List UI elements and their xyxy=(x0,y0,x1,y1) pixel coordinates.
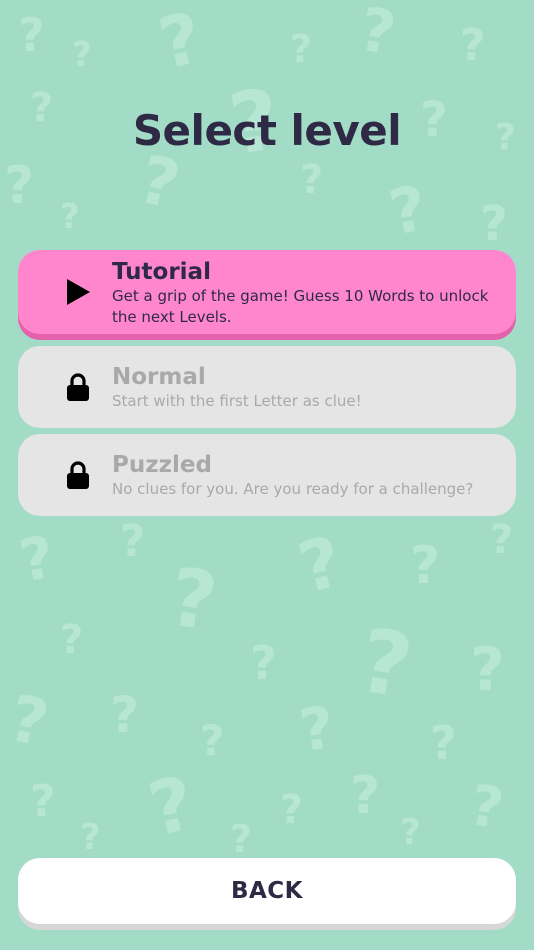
back-button[interactable]: BACK xyxy=(18,858,516,924)
question-mark-icon: ? xyxy=(110,686,140,744)
level-name: Normal xyxy=(112,364,206,390)
question-mark-icon: ? xyxy=(120,516,146,567)
question-mark-icon: ? xyxy=(464,772,508,843)
question-mark-icon: ? xyxy=(470,635,505,705)
question-mark-icon: ? xyxy=(18,8,45,62)
question-mark-icon: ? xyxy=(490,517,514,563)
question-mark-icon: ? xyxy=(460,20,486,71)
level-description: No clues for you. Are you ready for a ch… xyxy=(112,480,474,498)
question-mark-icon: ? xyxy=(290,27,313,71)
question-mark-icon: ? xyxy=(80,817,101,858)
question-mark-icon: ? xyxy=(280,787,304,833)
question-mark-icon: ? xyxy=(480,196,508,252)
question-mark-icon: ? xyxy=(290,520,350,610)
question-mark-icon: ? xyxy=(383,171,432,250)
lock-icon xyxy=(67,373,89,401)
question-mark-icon: ? xyxy=(295,692,339,766)
lock-icon xyxy=(67,461,89,489)
question-mark-icon: ? xyxy=(351,608,420,719)
level-card-tutorial[interactable]: Tutorial Get a grip of the game! Guess 1… xyxy=(18,250,516,334)
play-icon xyxy=(67,279,90,305)
question-mark-icon: ? xyxy=(200,716,225,765)
level-card-normal[interactable]: Normal Start with the first Letter as cl… xyxy=(18,346,516,428)
page-title: Select level xyxy=(132,106,402,155)
level-card-puzzled[interactable]: Puzzled No clues for you. Are you ready … xyxy=(18,434,516,516)
question-mark-icon: ? xyxy=(2,681,55,763)
question-mark-icon: ? xyxy=(131,140,188,225)
level-name: Puzzled xyxy=(112,452,212,478)
question-mark-icon: ? xyxy=(350,766,381,826)
question-mark-icon: ? xyxy=(163,550,223,649)
question-mark-icon: ? xyxy=(410,536,441,596)
question-mark-icon: ? xyxy=(30,776,56,827)
question-mark-icon: ? xyxy=(430,716,457,770)
question-mark-icon: ? xyxy=(151,0,209,86)
question-mark-icon: ? xyxy=(72,35,92,75)
level-description: Get a grip of the game! Guess 10 Words t… xyxy=(112,287,489,326)
question-mark-icon: ? xyxy=(60,617,84,663)
level-list: Tutorial Get a grip of the game! Guess 1… xyxy=(18,250,516,522)
question-mark-icon: ? xyxy=(60,197,80,237)
question-mark-icon: ? xyxy=(250,636,277,690)
question-mark-icon: ? xyxy=(14,522,60,596)
question-mark-icon: ? xyxy=(400,812,421,853)
level-description: Start with the first Letter as clue! xyxy=(112,392,362,410)
question-mark-icon: ? xyxy=(300,157,324,203)
level-name: Tutorial xyxy=(112,259,211,285)
question-mark-icon: ? xyxy=(230,817,253,861)
question-mark-icon: ? xyxy=(354,0,401,70)
question-mark-icon: ? xyxy=(4,156,35,216)
question-mark-icon: ? xyxy=(141,760,202,854)
